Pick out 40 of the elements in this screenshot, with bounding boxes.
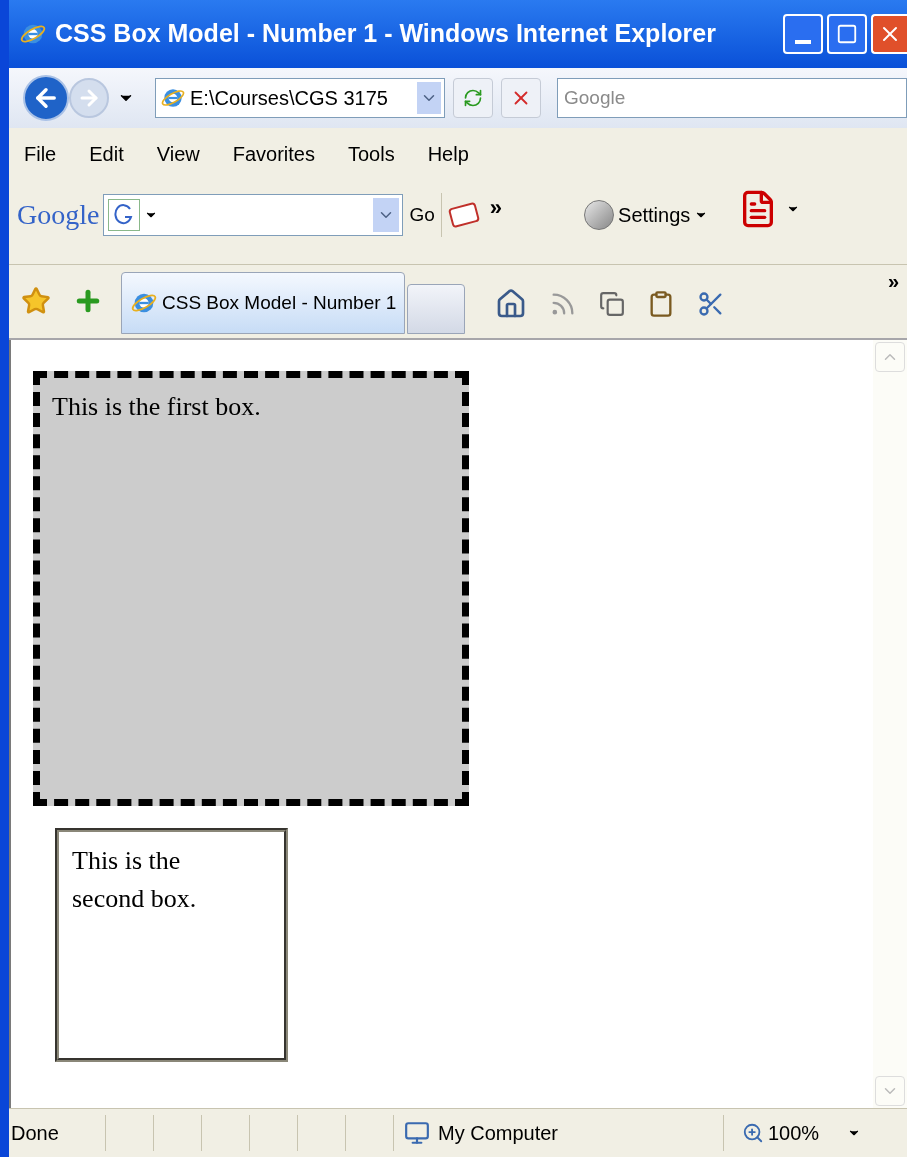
card-icon[interactable] bbox=[447, 202, 480, 228]
back-button[interactable] bbox=[23, 75, 69, 121]
security-zone: My Computer bbox=[438, 1121, 559, 1146]
window-title: CSS Box Model - Number 1 - Windows Internet Explorer bbox=[55, 18, 716, 50]
menu-item[interactable]: Help bbox=[427, 139, 469, 169]
menu-item[interactable]: View bbox=[156, 139, 200, 169]
dropdown-icon[interactable] bbox=[373, 198, 400, 232]
address-value: E:\Courses\CGS 3175 bbox=[190, 86, 388, 111]
menu-item[interactable]: Favorites bbox=[232, 139, 315, 169]
minimize-icon bbox=[795, 40, 811, 44]
box-text: This is the second box. bbox=[72, 845, 198, 915]
maximize-button[interactable] bbox=[827, 14, 867, 54]
maximize-icon bbox=[836, 23, 858, 45]
computer-icon bbox=[404, 1120, 430, 1146]
zoom-icon bbox=[742, 1122, 764, 1144]
refresh-icon bbox=[463, 88, 483, 108]
search-field[interactable]: Google bbox=[557, 78, 907, 118]
google-g-icon[interactable] bbox=[108, 199, 141, 231]
box-text: This is the first box. bbox=[52, 391, 262, 423]
close-button[interactable] bbox=[871, 14, 907, 54]
copy-icon[interactable] bbox=[599, 291, 626, 317]
menu-item[interactable]: Edit bbox=[89, 139, 124, 169]
address-field[interactable]: E:\Courses\CGS 3175 bbox=[155, 78, 445, 118]
more-button[interactable]: » bbox=[489, 190, 503, 224]
new-tab-button[interactable] bbox=[407, 284, 466, 334]
favorites-star-icon[interactable] bbox=[21, 286, 51, 316]
google-search-field[interactable] bbox=[103, 194, 404, 236]
refresh-button[interactable] bbox=[453, 78, 493, 118]
browser-tab[interactable]: CSS Box Model - Number 1 bbox=[121, 272, 406, 334]
settings-button[interactable]: Settings bbox=[584, 200, 709, 230]
more-button[interactable]: » bbox=[887, 266, 899, 296]
status-text: Done bbox=[10, 1121, 60, 1146]
go-button[interactable]: Go bbox=[409, 200, 435, 230]
menu-item[interactable]: Tools bbox=[347, 139, 395, 169]
menu-item[interactable]: File bbox=[24, 139, 57, 169]
stop-button[interactable] bbox=[501, 78, 541, 118]
dropdown-icon[interactable] bbox=[417, 82, 441, 114]
minimize-button[interactable] bbox=[783, 14, 823, 54]
zoom-button[interactable]: 100% bbox=[723, 1115, 862, 1151]
google-logo: Google bbox=[17, 198, 100, 232]
